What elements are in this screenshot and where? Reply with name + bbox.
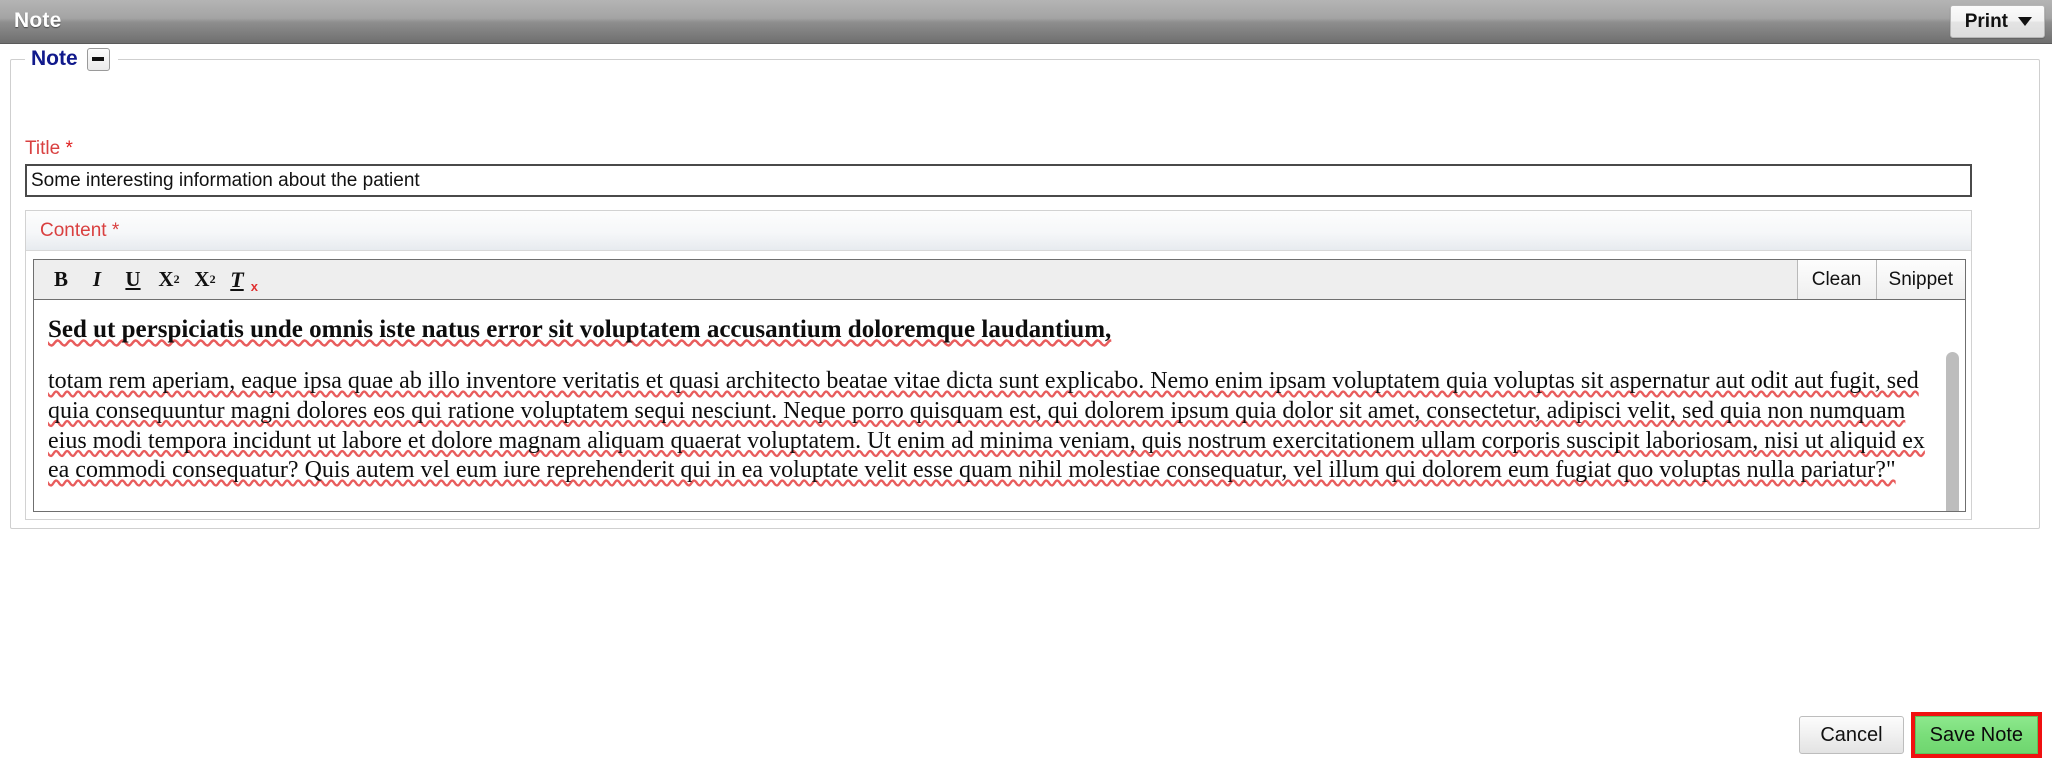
italic-icon[interactable]: I	[80, 265, 114, 295]
superscript-icon[interactable]: X2	[188, 265, 222, 295]
title-field-label: Title *	[25, 138, 73, 160]
content-field-label-text: Content	[40, 219, 107, 241]
title-required-marker: *	[65, 138, 73, 159]
editor-toolbar-right-group: Clean Snippet	[1796, 260, 1965, 299]
remove-format-cross: x	[250, 278, 258, 294]
remove-format-icon[interactable]: T x	[224, 265, 258, 295]
bold-icon[interactable]: B	[44, 265, 78, 295]
minus-icon[interactable]	[86, 47, 110, 71]
content-panel-header: Content *	[26, 211, 1971, 251]
editor-vertical-scrollbar[interactable]	[1946, 346, 1959, 511]
save-button-highlight: Save Note	[1910, 712, 2042, 758]
superscript-mark: 2	[209, 272, 216, 286]
editor-heading-text: Sed ut perspiciatis unde omnis iste natu…	[48, 316, 1112, 343]
underline-icon[interactable]: U	[116, 265, 150, 295]
superscript-base: X	[194, 267, 210, 291]
editor-heading: Sed ut perspiciatis unde omnis iste natu…	[48, 314, 1935, 345]
note-fieldset: Note Title * Content * B I U	[10, 44, 2040, 529]
note-legend-label: Note	[31, 47, 78, 70]
minus-icon-bar	[92, 57, 105, 61]
print-button-label: Print	[1964, 10, 2008, 32]
save-note-button[interactable]: Save Note	[1914, 716, 2038, 754]
subscript-icon[interactable]: X2	[152, 265, 186, 295]
form-footer: Cancel Save Note	[1799, 712, 2042, 758]
content-required-marker: *	[111, 219, 120, 241]
editor-scrollbar-thumb[interactable]	[1946, 352, 1959, 511]
clean-button[interactable]: Clean	[1796, 260, 1876, 299]
snippet-button[interactable]: Snippet	[1875, 260, 1965, 299]
content-field-label: Content *	[40, 220, 119, 242]
chevron-down-icon	[2018, 17, 2032, 26]
content-panel: Content * B I U X2 X2 T x Clean Snippet …	[25, 210, 1972, 520]
cancel-button[interactable]: Cancel	[1799, 716, 1904, 754]
print-button[interactable]: Print	[1949, 5, 2045, 38]
subscript-base: X	[158, 267, 174, 291]
remove-format-base: T	[230, 266, 244, 292]
note-fieldset-legend: Note	[25, 44, 118, 74]
title-field-label-text: Title	[25, 138, 61, 159]
title-input[interactable]	[25, 164, 1972, 197]
rich-text-editor: B I U X2 X2 T x Clean Snippet Sed ut per…	[33, 259, 1966, 512]
subscript-mark: 2	[173, 272, 180, 286]
page-body: Note Title * Content * B I U	[0, 44, 2052, 766]
editor-paragraph: totam rem aperiam, eaque ipsa quae ab il…	[48, 367, 1935, 486]
window-title: Note	[14, 9, 62, 32]
window-titlebar: Note Print	[0, 0, 2052, 44]
editor-content-area[interactable]: Sed ut perspiciatis unde omnis iste natu…	[34, 300, 1965, 511]
editor-document: Sed ut perspiciatis unde omnis iste natu…	[48, 314, 1935, 486]
editor-toolbar: B I U X2 X2 T x Clean Snippet	[34, 260, 1965, 300]
editor-paragraph-text: totam rem aperiam, eaque ipsa quae ab il…	[48, 368, 1925, 484]
